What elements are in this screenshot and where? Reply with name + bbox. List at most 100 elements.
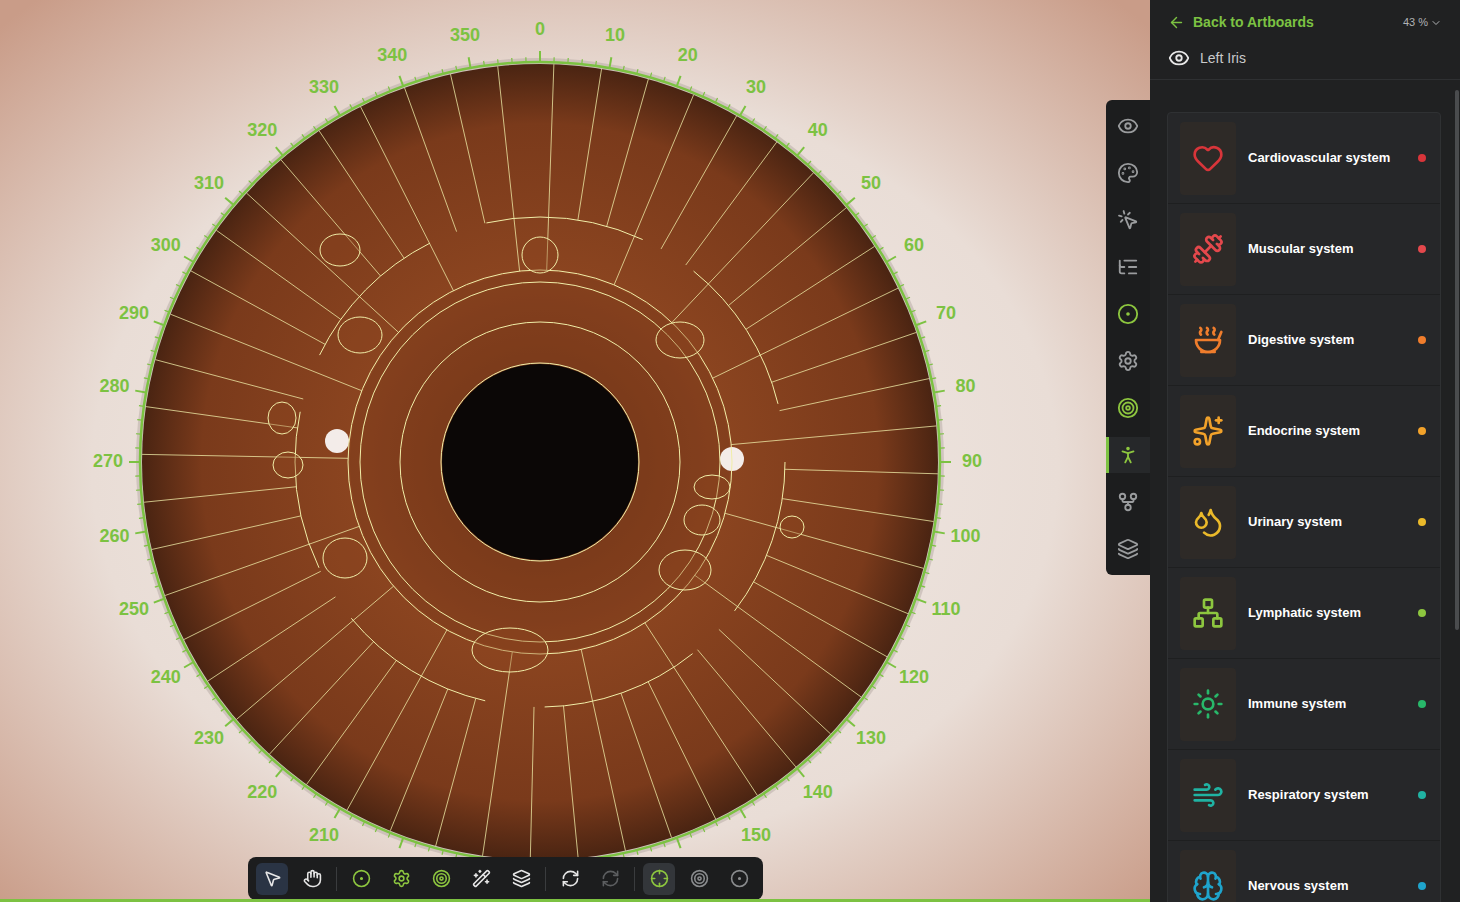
bottom-tool-button[interactable] (723, 863, 755, 895)
system-icon (1192, 324, 1224, 356)
eye-icon (1168, 47, 1190, 69)
system-icon-box (1180, 395, 1236, 468)
chevron-down-icon (1430, 17, 1442, 29)
zone-lines (142, 64, 938, 860)
degree-label: 320 (247, 120, 277, 140)
status-dot (1418, 518, 1426, 526)
bottom-tool-button[interactable] (643, 863, 675, 895)
system-icon-box (1180, 486, 1236, 559)
bottom-toolbar (248, 857, 763, 900)
tool-icon (561, 869, 580, 888)
side-tool-button[interactable] (1106, 390, 1150, 426)
system-icon-box (1180, 304, 1236, 377)
tool-icon (392, 869, 411, 888)
degree-label: 40 (808, 120, 828, 140)
system-icon-box (1180, 577, 1236, 650)
system-icon (1192, 597, 1224, 629)
toolbar-separator (545, 867, 546, 891)
tool-icon (1117, 491, 1139, 513)
degree-label: 210 (309, 825, 339, 845)
degree-label: 250 (119, 599, 149, 619)
tool-icon (1117, 444, 1139, 466)
tool-icon (1117, 538, 1139, 560)
system-icon (1192, 233, 1224, 265)
tool-icon (512, 869, 531, 888)
bottom-tool-button[interactable] (505, 863, 537, 895)
status-dot (1418, 427, 1426, 435)
bottom-tool-button[interactable] (345, 863, 377, 895)
side-toolbar (1106, 100, 1150, 575)
side-tool-button[interactable] (1106, 531, 1150, 567)
side-tool-button[interactable] (1106, 437, 1150, 473)
system-card[interactable]: Nervous system (1168, 841, 1440, 902)
system-card[interactable]: Urinary system (1168, 477, 1440, 568)
status-dot (1418, 882, 1426, 890)
tool-icon (1117, 115, 1139, 137)
side-tool-button[interactable] (1106, 108, 1150, 144)
system-icon (1192, 779, 1224, 811)
tool-icon (1117, 209, 1139, 231)
tool-icon (263, 869, 282, 888)
system-card[interactable]: Respiratory system (1168, 750, 1440, 841)
system-card[interactable]: Lymphatic system (1168, 568, 1440, 659)
canvas-bottom-line (0, 899, 1150, 902)
bottom-tool-button[interactable] (683, 863, 715, 895)
iris-canvas[interactable]: 0102030405060708090100110120130140150210… (0, 0, 1150, 902)
degree-label: 230 (194, 728, 224, 748)
degree-label: 90 (962, 451, 982, 471)
system-icon-box (1180, 122, 1236, 195)
bottom-tool-button[interactable] (256, 863, 288, 895)
degree-label: 60 (904, 235, 924, 255)
side-tool-button[interactable] (1106, 155, 1150, 191)
degree-label: 110 (931, 599, 960, 619)
system-card[interactable]: Endocrine system (1168, 386, 1440, 477)
side-tool-button[interactable] (1106, 296, 1150, 332)
iris-chart[interactable]: 0102030405060708090100110120130140150210… (0, 0, 1150, 902)
system-card[interactable]: Digestive system (1168, 295, 1440, 386)
degree-label: 310 (194, 173, 224, 193)
status-dot (1418, 336, 1426, 344)
back-button[interactable]: Back to Artboards (1168, 12, 1314, 33)
tool-icon (1117, 397, 1139, 419)
bottom-tool-button[interactable] (425, 863, 457, 895)
side-tool-button[interactable] (1106, 484, 1150, 520)
bottom-tool-button[interactable] (554, 863, 586, 895)
system-icon (1192, 506, 1224, 538)
tool-icon (690, 869, 709, 888)
degree-label: 220 (247, 782, 277, 802)
zoom-dropdown[interactable]: 43 % (1403, 14, 1442, 31)
bottom-tool-button[interactable] (594, 863, 626, 895)
side-tool-button[interactable] (1106, 343, 1150, 379)
tool-icon (1117, 303, 1139, 325)
status-dot (1418, 245, 1426, 253)
degree-label: 50 (861, 173, 881, 193)
scrollbar[interactable] (1455, 90, 1459, 630)
degree-label: 150 (741, 825, 771, 845)
status-dot (1418, 154, 1426, 162)
degree-label: 130 (856, 728, 886, 748)
systems-list: Cardiovascular systemMuscular systemDige… (1167, 112, 1441, 902)
degree-label: 260 (100, 526, 130, 546)
side-tool-button[interactable] (1106, 249, 1150, 285)
bottom-tool-button[interactable] (296, 863, 328, 895)
bottom-tool-button[interactable] (465, 863, 497, 895)
system-icon (1192, 142, 1224, 174)
degree-label: 70 (936, 303, 956, 323)
tool-icon (1117, 162, 1139, 184)
system-icon-box (1180, 759, 1236, 832)
status-dot (1418, 609, 1426, 617)
tool-icon (432, 869, 451, 888)
tool-icon (1117, 350, 1139, 372)
side-tool-button[interactable] (1106, 202, 1150, 238)
active-marker (1106, 437, 1109, 473)
tool-icon (472, 869, 491, 888)
degree-label: 100 (950, 526, 980, 546)
system-icon-box (1180, 850, 1236, 902)
degree-label: 340 (377, 45, 407, 65)
system-card[interactable]: Cardiovascular system (1168, 113, 1440, 204)
system-icon (1192, 415, 1224, 447)
degree-label: 120 (899, 667, 929, 687)
system-card[interactable]: Muscular system (1168, 204, 1440, 295)
system-card[interactable]: Immune system (1168, 659, 1440, 750)
bottom-tool-button[interactable] (385, 863, 417, 895)
